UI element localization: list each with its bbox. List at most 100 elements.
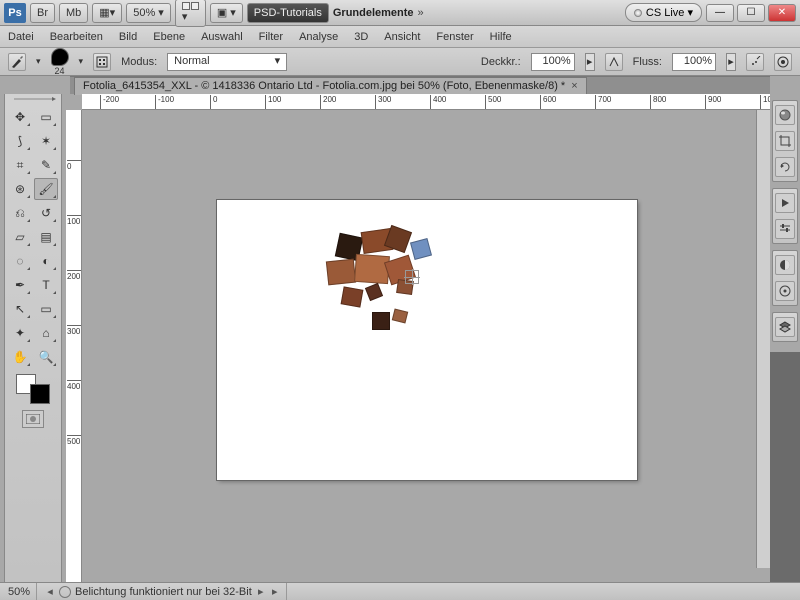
opacity-input[interactable]: 100% <box>531 53 575 71</box>
hand-tool[interactable]: ✋ <box>8 346 32 368</box>
dodge-tool[interactable]: ◐ <box>34 250 58 272</box>
status-next-icon[interactable]: ▸ <box>256 585 266 598</box>
type-tool[interactable]: T <box>34 274 58 296</box>
workspace-primary[interactable]: PSD-Tutorials <box>247 3 329 23</box>
menu-bild[interactable]: Bild <box>119 31 137 43</box>
menu-auswahl[interactable]: Auswahl <box>201 31 243 43</box>
image-fragment <box>326 259 356 286</box>
marquee-tool[interactable]: ▭ <box>34 106 58 128</box>
3d-tool[interactable]: ✦ <box>8 322 32 344</box>
vertical-ruler[interactable]: 0100200300400500 <box>66 110 82 582</box>
document-tab-bar: Fotolia_6415354_XXL - © 1418336 Ontario … <box>70 76 770 94</box>
stamp-tool[interactable]: ⎌ <box>8 202 32 224</box>
refresh-icon[interactable] <box>775 157 795 177</box>
zoom-tool[interactable]: 🔍 <box>34 346 58 368</box>
lasso-tool[interactable]: ⟆ <box>8 130 32 152</box>
flow-input[interactable]: 100% <box>672 53 716 71</box>
magic-wand-tool[interactable]: ✶ <box>34 130 58 152</box>
menu-bearbeiten[interactable]: Bearbeiten <box>50 31 103 43</box>
document-viewport: -200-10001002003004005006007008009001000… <box>66 94 770 582</box>
play-icon[interactable] <box>775 193 795 213</box>
brush-panel-toggle[interactable] <box>93 53 111 71</box>
opacity-pressure-toggle[interactable] <box>605 53 623 71</box>
pen-tool[interactable]: ✒ <box>8 274 32 296</box>
cs-live-label: CS Live ▾ <box>646 6 693 19</box>
screen-mode-button[interactable]: ▦▾ <box>92 3 122 23</box>
menu-ansicht[interactable]: Ansicht <box>384 31 420 43</box>
crop-icon[interactable] <box>775 131 795 151</box>
blur-tool[interactable]: ◌ <box>8 250 32 272</box>
menu-filter[interactable]: Filter <box>259 31 283 43</box>
menu-fenster[interactable]: Fenster <box>436 31 473 43</box>
workspace-more[interactable]: » <box>418 7 424 19</box>
flow-stepper[interactable]: ▸ <box>726 53 736 71</box>
menu-bar: Datei Bearbeiten Bild Ebene Auswahl Filter Ana… <box>0 26 800 48</box>
sliders-icon[interactable] <box>775 219 795 239</box>
layers-stack-icon[interactable] <box>775 317 795 337</box>
ruler-tick: 900 <box>705 95 721 109</box>
menu-3d[interactable]: 3D <box>354 31 368 43</box>
document-canvas[interactable] <box>217 200 637 480</box>
crop-tool[interactable]: ⌗ <box>8 154 32 176</box>
ruler-tick: 300 <box>67 325 81 336</box>
ruler-tick: 300 <box>375 95 391 109</box>
3d-camera-tool[interactable]: ⌂ <box>34 322 58 344</box>
window-maximize-button[interactable]: ☐ <box>737 4 765 22</box>
ruler-tick: 700 <box>595 95 611 109</box>
application-bar: Ps Br Mb ▦▾ 50% ▾ ▾ ▣ ▾ PSD-Tutorials Gr… <box>0 0 800 26</box>
photoshop-logo: Ps <box>4 3 26 23</box>
status-zoom[interactable]: 50% <box>8 586 30 598</box>
image-fragment <box>341 286 364 307</box>
ruler-tick: -100 <box>155 95 174 109</box>
sphere-icon[interactable] <box>775 105 795 125</box>
reticle-icon[interactable] <box>775 281 795 301</box>
close-tab-icon[interactable]: × <box>571 80 577 92</box>
menu-datei[interactable]: Datei <box>8 31 34 43</box>
tablet-pressure-toggle[interactable] <box>774 53 792 71</box>
menu-hilfe[interactable]: Hilfe <box>490 31 512 43</box>
minibridge-button[interactable]: Mb <box>59 3 88 23</box>
eyedropper-tool[interactable]: ✎ <box>34 154 58 176</box>
flow-label: Fluss: <box>633 56 662 68</box>
menu-analyse[interactable]: Analyse <box>299 31 338 43</box>
opacity-stepper[interactable]: ▸ <box>585 53 595 71</box>
path-select-tool[interactable]: ↖ <box>8 298 32 320</box>
shape-tool[interactable]: ▭ <box>34 298 58 320</box>
ruler-tick: 800 <box>650 95 666 109</box>
eraser-tool[interactable]: ▱ <box>8 226 32 248</box>
current-tool-icon[interactable] <box>8 53 26 71</box>
workspace-secondary[interactable]: Grundelemente <box>333 7 414 19</box>
opacity-label: Deckkr.: <box>481 56 521 68</box>
menu-ebene[interactable]: Ebene <box>153 31 185 43</box>
zoom-level-dropdown[interactable]: 50% ▾ <box>126 3 171 23</box>
image-fragment <box>354 254 390 284</box>
gradient-tool[interactable]: ▤ <box>34 226 58 248</box>
canvas-area[interactable] <box>82 110 770 582</box>
color-swatches[interactable] <box>16 374 50 404</box>
arrange-documents-button[interactable]: ▾ <box>175 0 206 27</box>
contrast-icon[interactable] <box>775 255 795 275</box>
ruler-tick: -200 <box>100 95 119 109</box>
toolbar-grip[interactable] <box>10 96 56 104</box>
move-tool[interactable]: ✥ <box>8 106 32 128</box>
history-brush-tool[interactable]: ↺ <box>34 202 58 224</box>
window-minimize-button[interactable]: — <box>706 4 734 22</box>
status-prev-icon[interactable]: ◂ <box>45 585 55 598</box>
quick-mask-toggle[interactable] <box>22 410 44 428</box>
status-info-icon[interactable] <box>59 586 71 598</box>
vertical-scrollbar[interactable] <box>756 110 770 568</box>
horizontal-ruler[interactable]: -200-10001002003004005006007008009001000 <box>82 94 770 110</box>
extras-button[interactable]: ▣ ▾ <box>210 3 243 23</box>
background-color[interactable] <box>30 384 50 404</box>
blend-mode-select[interactable]: Normal▾ <box>167 53 287 71</box>
healing-brush-tool[interactable]: ⊛ <box>8 178 32 200</box>
ruler-tick: 200 <box>67 270 81 281</box>
document-tab[interactable]: Fotolia_6415354_XXL - © 1418336 Ontario … <box>74 77 587 95</box>
status-menu-icon[interactable]: ▸ <box>270 585 280 598</box>
window-close-button[interactable]: ✕ <box>768 4 796 22</box>
airbrush-toggle[interactable] <box>746 53 764 71</box>
brush-preset-picker[interactable]: 24 <box>51 48 69 76</box>
brush-tool[interactable]: 🖌 <box>34 178 58 200</box>
bridge-button[interactable]: Br <box>30 3 55 23</box>
cs-live-button[interactable]: CS Live ▾ <box>625 3 702 22</box>
